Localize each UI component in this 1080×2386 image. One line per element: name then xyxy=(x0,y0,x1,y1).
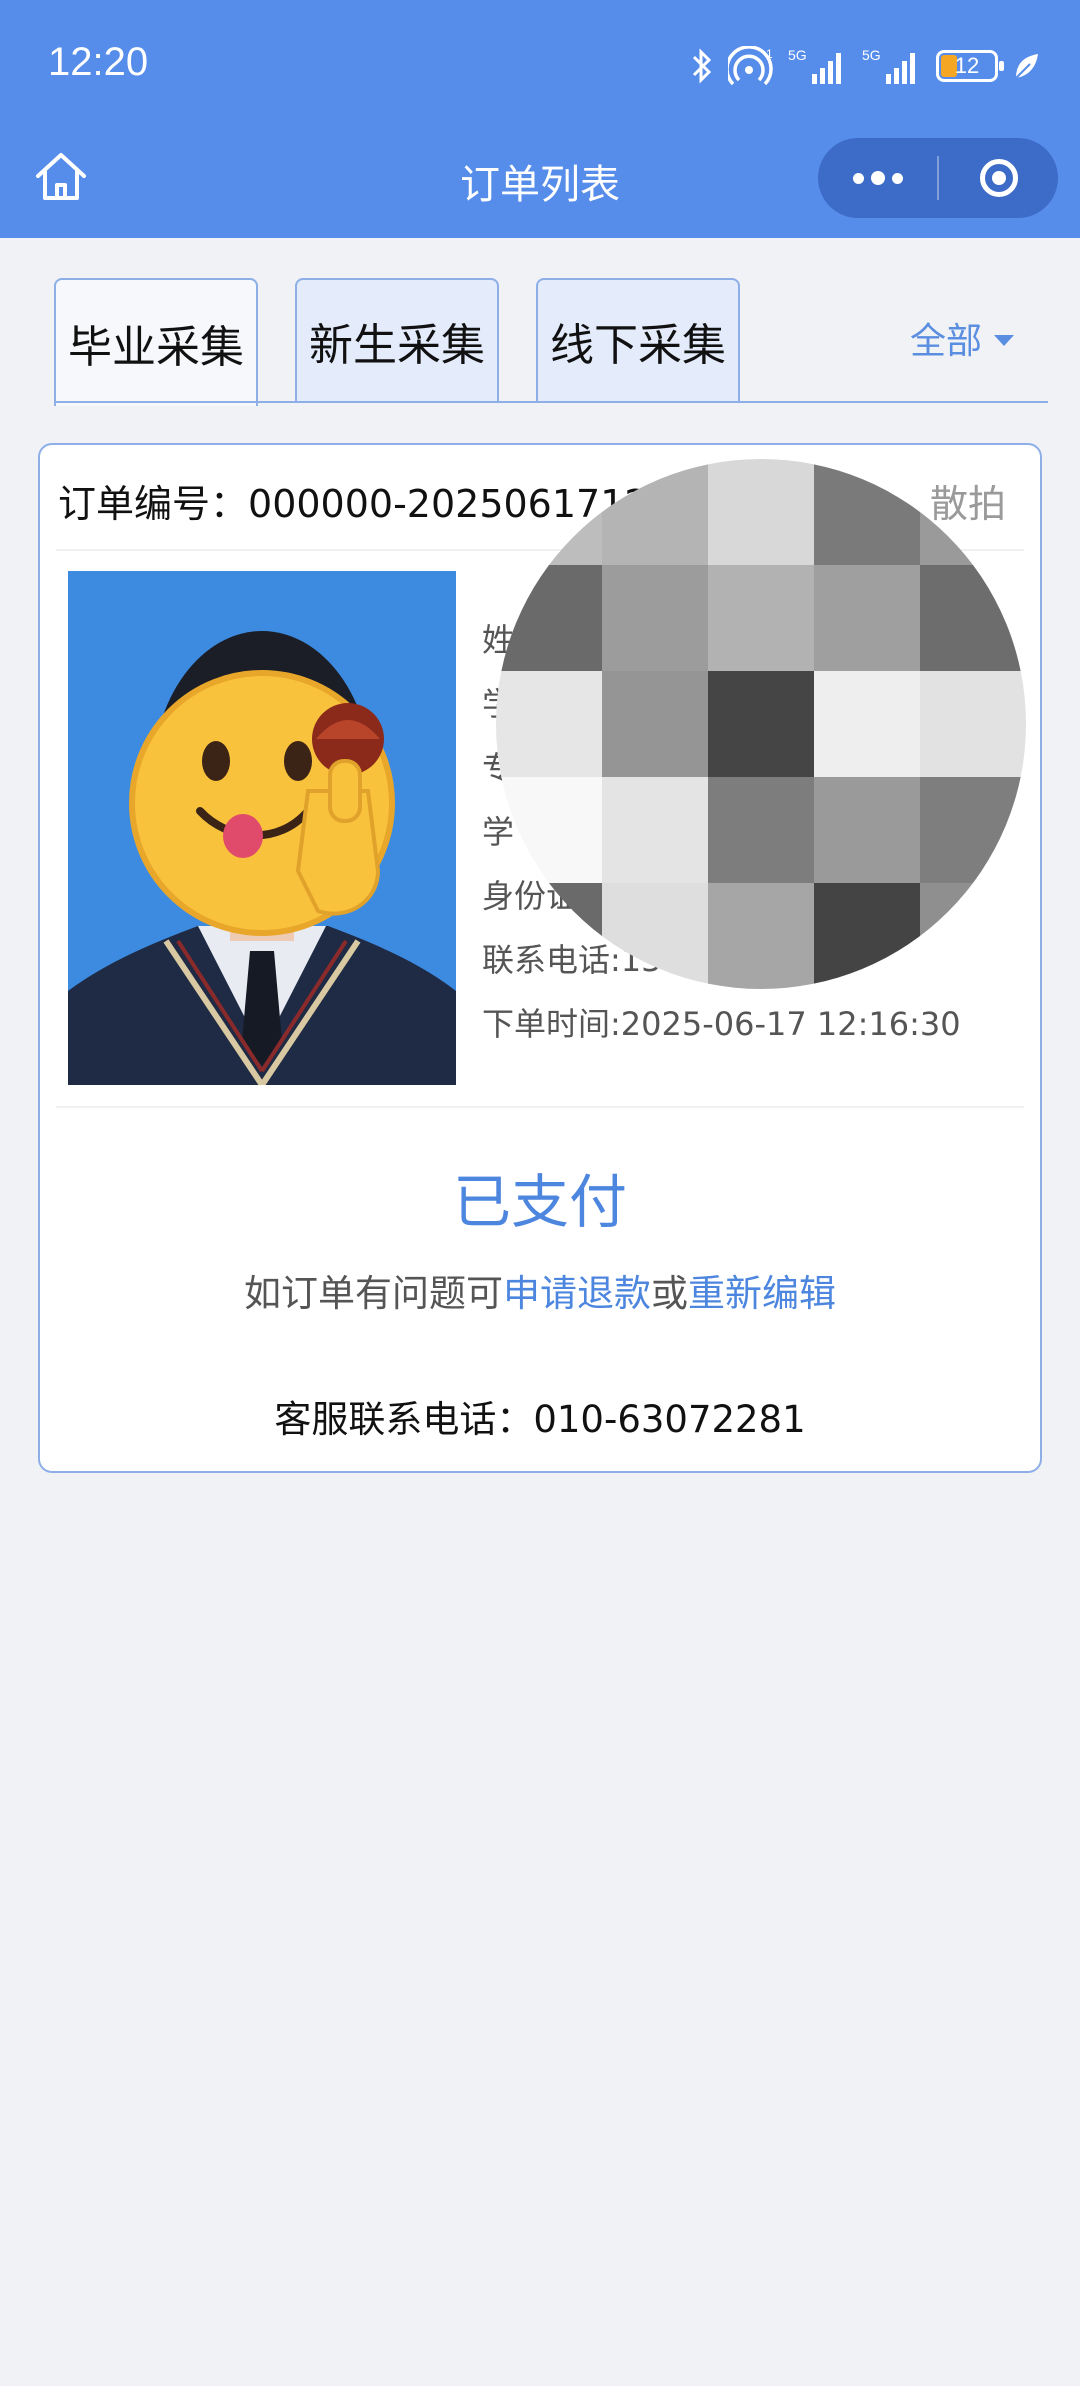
header: 12:20 1 5G 5G 12 订单列表 xyxy=(0,0,1080,238)
filter-dropdown[interactable]: 全部 xyxy=(910,312,1015,364)
tab-graduation[interactable]: 毕业采集 xyxy=(54,278,258,406)
student-photo-image xyxy=(68,571,456,1085)
bluetooth-icon xyxy=(692,48,712,84)
svg-text:1: 1 xyxy=(766,47,773,61)
more-button[interactable] xyxy=(818,138,937,218)
navbar: 订单列表 xyxy=(0,130,1080,230)
battery-icon: 12 xyxy=(936,50,1004,82)
hint-prefix: 如订单有问题可 xyxy=(244,1272,503,1315)
caret-down-icon xyxy=(994,334,1015,346)
leaf-icon xyxy=(1015,54,1038,79)
more-dots-icon xyxy=(852,172,864,184)
battery-level: 12 xyxy=(954,53,980,78)
service-phone: 客服联系电话：010-63072281 xyxy=(274,1398,806,1441)
order-card: 订单编号：000000-20250617123 散拍 姓 学 xyxy=(38,443,1042,1473)
tab-offline[interactable]: 线下采集 xyxy=(536,278,740,402)
order-number-label: 订单编号： xyxy=(58,482,249,526)
info-order-time: 下单时间:2025-06-17 12:16:30 xyxy=(482,1005,961,1043)
signal-bars-icon-2: 5G xyxy=(862,47,915,84)
signal-bars-icon: 5G xyxy=(788,47,841,84)
info-school: 学 xyxy=(482,813,515,851)
signal-label-1: 5G xyxy=(788,47,807,63)
order-number: 订单编号：000000-20250617123 xyxy=(58,473,673,528)
mini-program-capsule xyxy=(818,138,1058,218)
status-time: 12:20 xyxy=(48,40,149,84)
hint-or: 或 xyxy=(651,1272,688,1315)
status-icons: 1 5G 5G 12 xyxy=(690,44,1040,88)
refund-link[interactable]: 申请退款 xyxy=(503,1272,651,1315)
privacy-mosaic xyxy=(496,459,1026,989)
edit-link[interactable]: 重新编辑 xyxy=(688,1272,836,1315)
tab-freshman[interactable]: 新生采集 xyxy=(295,278,499,402)
divider xyxy=(56,1106,1024,1108)
target-close-icon xyxy=(979,159,1018,197)
order-type: 散拍 xyxy=(929,482,1006,526)
order-hint: 如订单有问题可申请退款或重新编辑 xyxy=(40,1263,1040,1317)
payment-status: 已支付 xyxy=(452,1168,627,1236)
hotspot-icon: 1 xyxy=(728,46,773,86)
student-photo xyxy=(68,571,456,1085)
close-button[interactable] xyxy=(939,138,1058,218)
status-bar: 12:20 1 5G 5G 12 xyxy=(0,0,1080,130)
tabs-underline xyxy=(54,401,1048,403)
filter-label: 全部 xyxy=(910,321,983,362)
signal-label-2: 5G xyxy=(862,47,881,63)
